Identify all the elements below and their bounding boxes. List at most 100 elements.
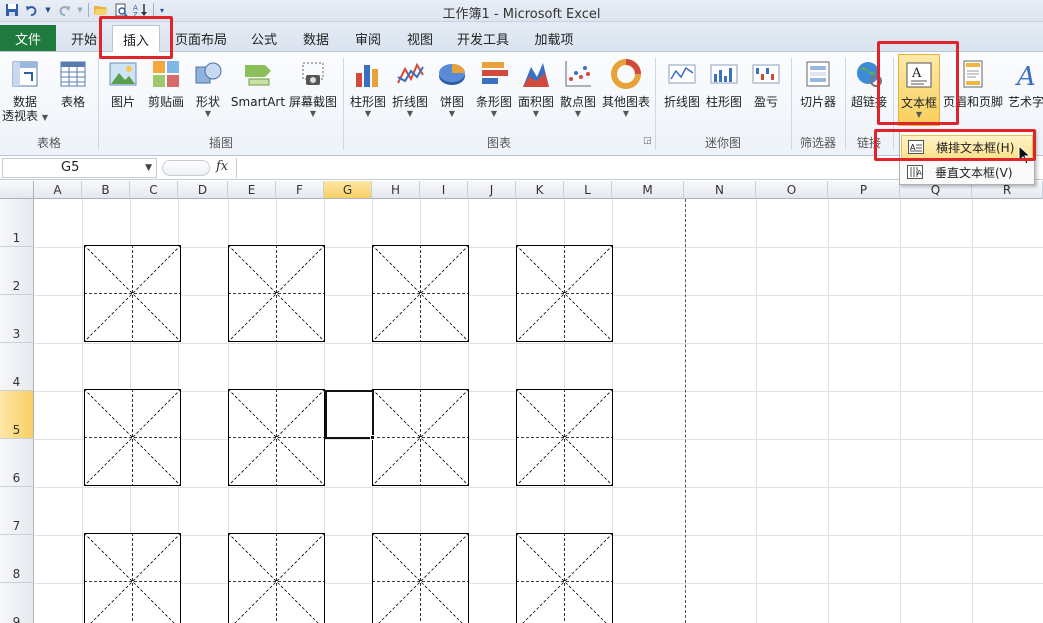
pivot-table-button[interactable]: 数据 透视表 ▼ [2,54,48,132]
other-charts-label: 其他图表 [601,95,650,109]
menu-item-vertical-textbox[interactable]: A 垂直文本框(V) [901,160,1033,184]
menu-item-label: 垂直文本框(V) [935,165,1013,180]
tab-page-layout[interactable]: 页面布局 [170,25,232,52]
column-header-p[interactable]: P [828,181,900,199]
charts-dialog-launcher-icon[interactable]: ◲ [643,136,652,146]
clipart-icon [149,56,183,92]
sparkline-line-icon [665,56,699,92]
tianzige-box [372,245,469,342]
smartart-button[interactable]: SmartArt [230,54,286,132]
formula-bar-handle[interactable] [162,160,210,176]
row-header-8[interactable]: 8 [0,535,34,583]
gridline [756,199,757,623]
column-header-i[interactable]: I [420,181,468,199]
column-header-m[interactable]: M [612,181,684,199]
row-header-1[interactable]: 1 [0,199,34,247]
svg-text:A: A [917,169,922,177]
insert-function-icon[interactable]: fx [216,159,228,174]
column-header-c[interactable]: C [130,181,178,199]
gridline [34,343,1043,344]
column-header-d[interactable]: D [178,181,228,199]
row-header-5[interactable]: 5 [0,391,34,439]
select-all-corner[interactable] [0,181,34,199]
row-header-4[interactable]: 4 [0,343,34,391]
dropdown-arrow-icon: ▼ [309,109,317,118]
column-header-k[interactable]: K [516,181,564,199]
other-charts-button[interactable]: 其他图表 ▼ [600,54,652,132]
picture-button[interactable]: 图片 [104,54,142,132]
gridline [82,199,83,623]
shapes-button[interactable]: 形状 ▼ [190,54,226,132]
column-header-n[interactable]: N [684,181,756,199]
slicer-icon [801,56,835,92]
area-chart-button[interactable]: 面积图 ▼ [516,54,556,132]
tab-formulas[interactable]: 公式 [240,25,288,52]
active-cell-g5[interactable] [325,390,374,439]
dropdown-arrow-icon: ▼ [574,109,582,118]
column-header-e[interactable]: E [228,181,276,199]
formula-separator [236,158,237,178]
shapes-label: 形状 [195,95,220,109]
pie-chart-label: 饼图 [439,95,464,109]
group-label-tables: 表格 [36,136,61,150]
column-header-b[interactable]: B [82,181,130,199]
tianzige-box [372,389,469,486]
column-header-l[interactable]: L [564,181,612,199]
dropdown-arrow-icon: ▼ [448,109,456,118]
table-label: 表格 [60,95,85,109]
tab-view[interactable]: 视图 [396,25,444,52]
dropdown-arrow-icon: ▼ [204,109,212,118]
screenshot-button[interactable]: 屏幕截图 ▼ [288,54,338,132]
picture-icon [106,56,140,92]
gridline [972,199,973,623]
sparkline-winloss-icon [749,56,783,92]
group-label-charts: 图表 [486,136,511,150]
bar-chart-button[interactable]: 条形图 ▼ [474,54,514,132]
scatter-chart-icon [561,56,595,92]
pivot-table-icon [8,56,42,92]
tab-review[interactable]: 审阅 [344,25,392,52]
line-chart-icon [393,56,427,92]
clipart-button[interactable]: 剪贴画 [144,54,188,132]
tab-addins[interactable]: 加载项 [524,25,584,52]
tab-developer[interactable]: 开发工具 [450,25,516,52]
sparkline-column-button[interactable]: 柱形图 [704,54,744,132]
slicer-button[interactable]: 切片器 [796,54,840,132]
table-button[interactable]: 表格 [52,54,94,132]
sparkline-line-button[interactable]: 折线图 [662,54,702,132]
scatter-chart-button[interactable]: 散点图 ▼ [558,54,598,132]
dropdown-arrow-icon: ▼ [364,109,372,118]
row-header-6[interactable]: 6 [0,439,34,487]
line-chart-label: 折线图 [391,95,428,109]
column-header-g[interactable]: G [324,181,372,199]
fill-handle[interactable] [370,435,375,440]
column-chart-button[interactable]: 柱形图 ▼ [348,54,388,132]
line-chart-button[interactable]: 折线图 ▼ [390,54,430,132]
sparkline-column-icon [707,56,741,92]
row-header-9[interactable]: 9 [0,583,34,623]
column-header-j[interactable]: J [468,181,516,199]
name-box[interactable]: G5 ▼ [2,158,157,178]
column-header-h[interactable]: H [372,181,420,199]
sparkline-winloss-button[interactable]: 盈亏 [748,54,784,132]
column-header-f[interactable]: F [276,181,324,199]
header-footer-icon [956,56,990,92]
chevron-down-icon[interactable]: ▼ [145,159,152,177]
tianzige-box [228,533,325,623]
screenshot-label: 屏幕截图 [288,95,337,109]
column-header-a[interactable]: A [34,181,82,199]
row-header-3[interactable]: 3 [0,295,34,343]
bar-chart-label: 条形图 [475,95,512,109]
row-header-7[interactable]: 7 [0,487,34,535]
pie-chart-button[interactable]: 饼图 ▼ [434,54,470,132]
tab-data[interactable]: 数据 [292,25,340,52]
row-header-2[interactable]: 2 [0,247,34,295]
group-label-illustrations: 插图 [208,136,233,150]
column-header-o[interactable]: O [756,181,828,199]
tab-file[interactable]: 文件 [0,25,56,51]
tianzige-box [84,533,181,623]
gridline [900,199,901,623]
callout-insert-tab [99,16,173,59]
wordart-button[interactable]: A 艺术字 [1006,54,1043,132]
dropdown-arrow-icon: ▼ [406,109,414,118]
